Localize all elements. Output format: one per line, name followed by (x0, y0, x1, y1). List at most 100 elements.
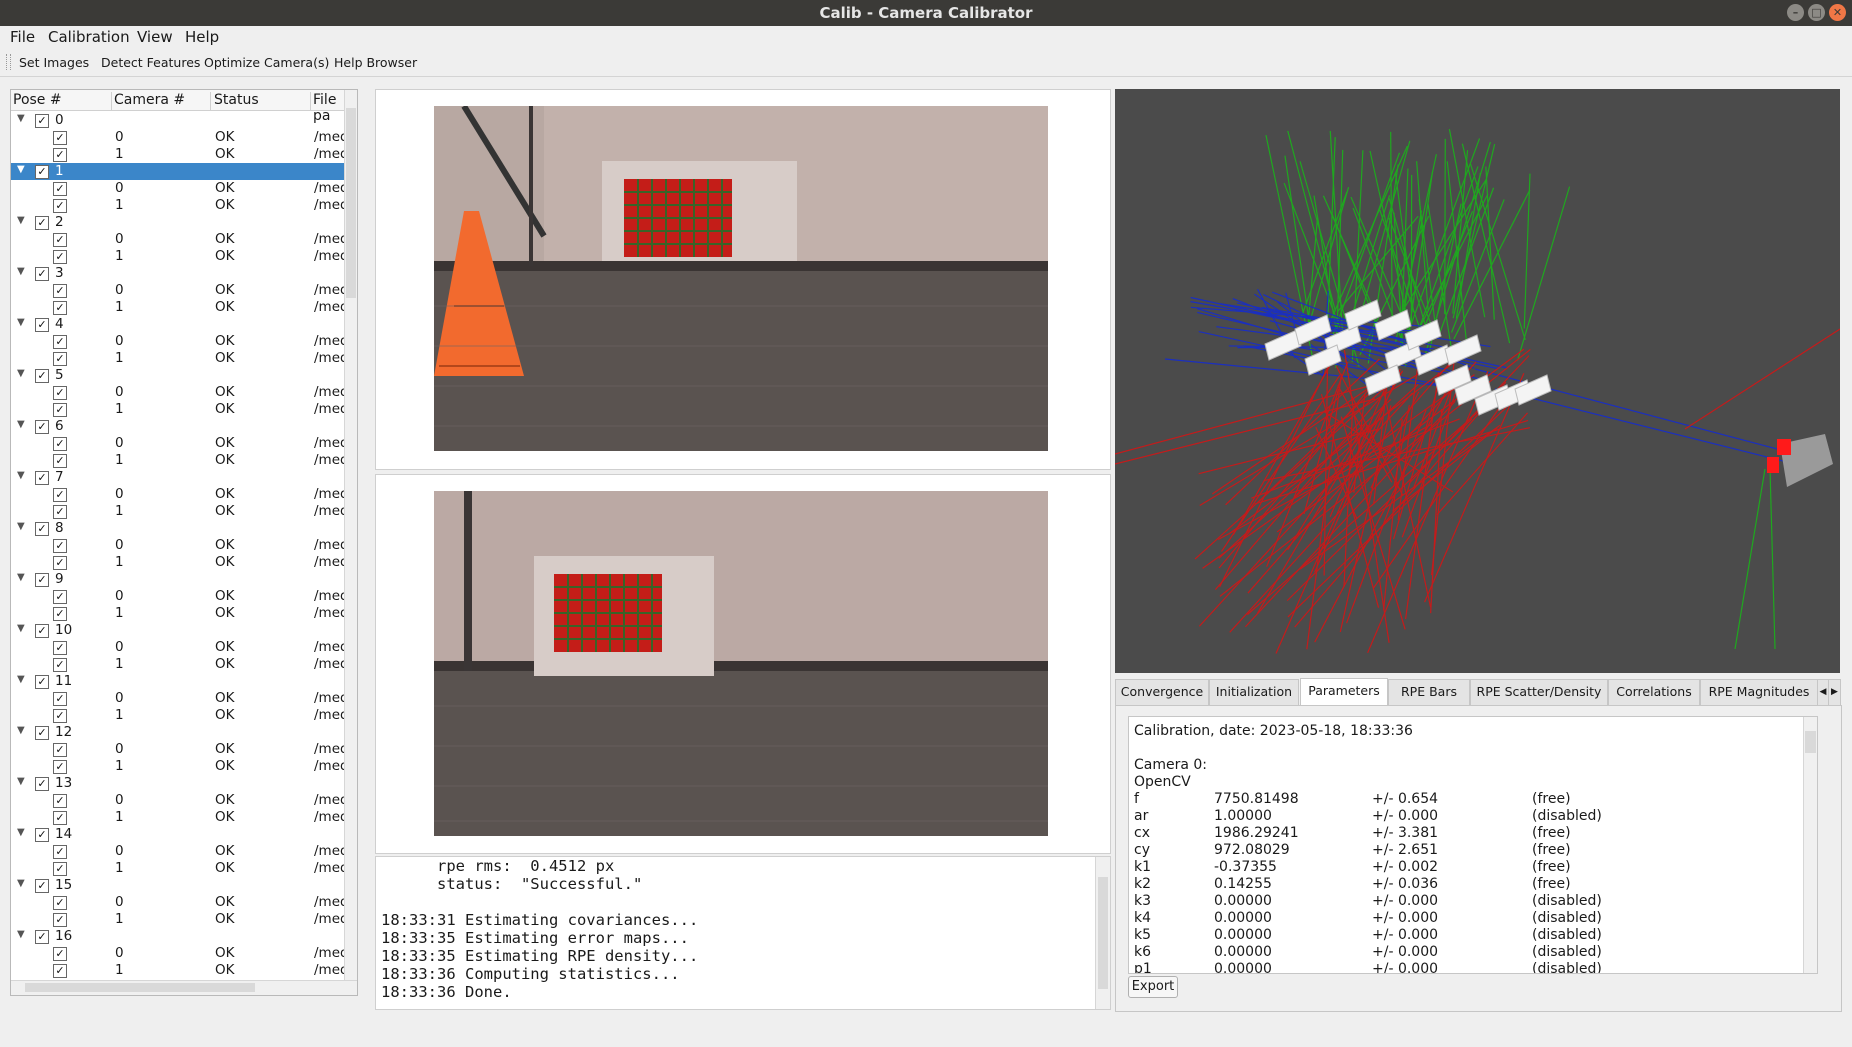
log-scroll-thumb[interactable] (1098, 877, 1108, 989)
expand-arrow-icon[interactable]: ▼ (17, 164, 25, 175)
tree-pose-row[interactable]: ▼ ✓ 9 (11, 571, 357, 588)
camera-checkbox[interactable]: ✓ (53, 199, 67, 213)
camera-checkbox[interactable]: ✓ (53, 488, 67, 502)
camera-checkbox[interactable]: ✓ (53, 913, 67, 927)
pose-checkbox[interactable]: ✓ (35, 879, 49, 893)
tree-scroll-thumb[interactable] (346, 108, 356, 298)
help-browser-button[interactable]: Help Browser (334, 55, 417, 70)
header-camera[interactable]: Camera # (114, 92, 211, 110)
optimize-cameras-button[interactable]: Optimize Camera(s) (204, 55, 329, 70)
menu-view[interactable]: View (137, 28, 173, 46)
camera-checkbox[interactable]: ✓ (53, 403, 67, 417)
camera-checkbox[interactable]: ✓ (53, 692, 67, 706)
camera-checkbox[interactable]: ✓ (53, 947, 67, 961)
expand-arrow-icon[interactable]: ▼ (17, 623, 25, 634)
header-status[interactable]: Status (214, 92, 311, 110)
tree-pose-row[interactable]: ▼ ✓ 12 (11, 724, 357, 741)
menu-file[interactable]: File (10, 28, 35, 46)
tree-camera-row[interactable]: ✓ 0 OK/media (11, 588, 357, 605)
camera-checkbox[interactable]: ✓ (53, 352, 67, 366)
parameters-text[interactable]: Calibration, date: 2023-05-18, 18:33:36 … (1128, 716, 1818, 974)
expand-arrow-icon[interactable]: ▼ (17, 317, 25, 328)
tab-rpe-magnitudes[interactable]: RPE Magnitudes (1700, 679, 1818, 706)
tree-camera-row[interactable]: ✓ 1 OK/media (11, 809, 357, 826)
tree-pose-row[interactable]: ▼ ✓ 1 (11, 163, 357, 180)
tree-pose-row[interactable]: ▼ ✓ 14 (11, 826, 357, 843)
parameters-scrollbar[interactable] (1803, 717, 1817, 973)
camera-checkbox[interactable]: ✓ (53, 794, 67, 808)
pose-checkbox[interactable]: ✓ (35, 318, 49, 332)
expand-arrow-icon[interactable]: ▼ (17, 827, 25, 838)
tree-camera-row[interactable]: ✓ 1 OK/media (11, 656, 357, 673)
pose-checkbox[interactable]: ✓ (35, 420, 49, 434)
tree-camera-row[interactable]: ✓ 0 OK/media (11, 282, 357, 299)
pose-checkbox[interactable]: ✓ (35, 216, 49, 230)
expand-arrow-icon[interactable]: ▼ (17, 215, 25, 226)
pose-checkbox[interactable]: ✓ (35, 267, 49, 281)
tree-camera-row[interactable]: ✓ 0 OK/media (11, 435, 357, 452)
camera-checkbox[interactable]: ✓ (53, 505, 67, 519)
camera-checkbox[interactable]: ✓ (53, 607, 67, 621)
camera-checkbox[interactable]: ✓ (53, 386, 67, 400)
tree-camera-row[interactable]: ✓ 1 OK/media (11, 401, 357, 418)
tab-initialization[interactable]: Initialization (1209, 679, 1299, 706)
expand-arrow-icon[interactable]: ▼ (17, 470, 25, 481)
camera-checkbox[interactable]: ✓ (53, 743, 67, 757)
pose-checkbox[interactable]: ✓ (35, 165, 49, 179)
pose-checkbox[interactable]: ✓ (35, 624, 49, 638)
menu-calibration[interactable]: Calibration (48, 28, 130, 46)
tree-pose-row[interactable]: ▼ ✓ 2 (11, 214, 357, 231)
camera-checkbox[interactable]: ✓ (53, 590, 67, 604)
detect-features-button[interactable]: Detect Features (101, 55, 200, 70)
tree-pose-row[interactable]: ▼ ✓ 4 (11, 316, 357, 333)
tab-rpe-scatter-density[interactable]: RPE Scatter/Density (1470, 679, 1608, 706)
expand-arrow-icon[interactable]: ▼ (17, 266, 25, 277)
tree-camera-row[interactable]: ✓ 1 OK/media (11, 605, 357, 622)
minimize-icon[interactable]: – (1787, 4, 1804, 21)
tree-camera-row[interactable]: ✓ 0 OK/media (11, 945, 357, 962)
camera-checkbox[interactable]: ✓ (53, 641, 67, 655)
maximize-icon[interactable]: □ (1808, 4, 1825, 21)
tree-camera-row[interactable]: ✓ 1 OK/media (11, 860, 357, 877)
log-output[interactable]: rpe rms: 0.4512 px status: "Successful."… (375, 856, 1111, 1010)
set-images-button[interactable]: Set Images (19, 55, 89, 70)
tree-camera-row[interactable]: ✓ 1 OK/media (11, 758, 357, 775)
camera-checkbox[interactable]: ✓ (53, 964, 67, 978)
tree-hscroll-thumb[interactable] (25, 983, 255, 992)
tree-pose-row[interactable]: ▼ ✓ 11 (11, 673, 357, 690)
tab-scroll-right-icon[interactable]: ▶ (1828, 679, 1841, 706)
tree-camera-row[interactable]: ✓ 0 OK/media (11, 231, 357, 248)
tree-camera-row[interactable]: ✓ 1 OK/media (11, 248, 357, 265)
tree-camera-row[interactable]: ✓ 0 OK/media (11, 129, 357, 146)
camera-checkbox[interactable]: ✓ (53, 131, 67, 145)
header-pose[interactable]: Pose # (13, 92, 112, 110)
camera-checkbox[interactable]: ✓ (53, 862, 67, 876)
menu-help[interactable]: Help (185, 28, 219, 46)
expand-arrow-icon[interactable]: ▼ (17, 521, 25, 532)
tree-pose-row[interactable]: ▼ ✓ 16 (11, 928, 357, 945)
tree-pose-row[interactable]: ▼ ✓ 15 (11, 877, 357, 894)
camera-checkbox[interactable]: ✓ (53, 709, 67, 723)
tree-camera-row[interactable]: ✓ 0 OK/media (11, 537, 357, 554)
tree-camera-row[interactable]: ✓ 1 OK/media (11, 911, 357, 928)
parameters-scroll-thumb[interactable] (1805, 731, 1816, 753)
expand-arrow-icon[interactable]: ▼ (17, 368, 25, 379)
pose-checkbox[interactable]: ✓ (35, 522, 49, 536)
camera-checkbox[interactable]: ✓ (53, 658, 67, 672)
toolbar-grip-icon[interactable] (6, 54, 11, 70)
expand-arrow-icon[interactable]: ▼ (17, 674, 25, 685)
camera-0-image-panel[interactable] (375, 89, 1111, 470)
camera-checkbox[interactable]: ✓ (53, 539, 67, 553)
tree-camera-row[interactable]: ✓ 0 OK/media (11, 333, 357, 350)
tab-convergence[interactable]: Convergence (1115, 679, 1209, 706)
tree-pose-row[interactable]: ▼ ✓ 3 (11, 265, 357, 282)
tree-vertical-scrollbar[interactable] (344, 90, 357, 995)
pose-checkbox[interactable]: ✓ (35, 369, 49, 383)
tree-pose-row[interactable]: ▼ ✓ 5 (11, 367, 357, 384)
3d-camera-view[interactable] (1115, 89, 1840, 673)
camera-checkbox[interactable]: ✓ (53, 335, 67, 349)
camera-checkbox[interactable]: ✓ (53, 556, 67, 570)
tree-camera-row[interactable]: ✓ 1 OK/media (11, 299, 357, 316)
expand-arrow-icon[interactable]: ▼ (17, 113, 25, 124)
tree-camera-row[interactable]: ✓ 1 OK/media (11, 554, 357, 571)
